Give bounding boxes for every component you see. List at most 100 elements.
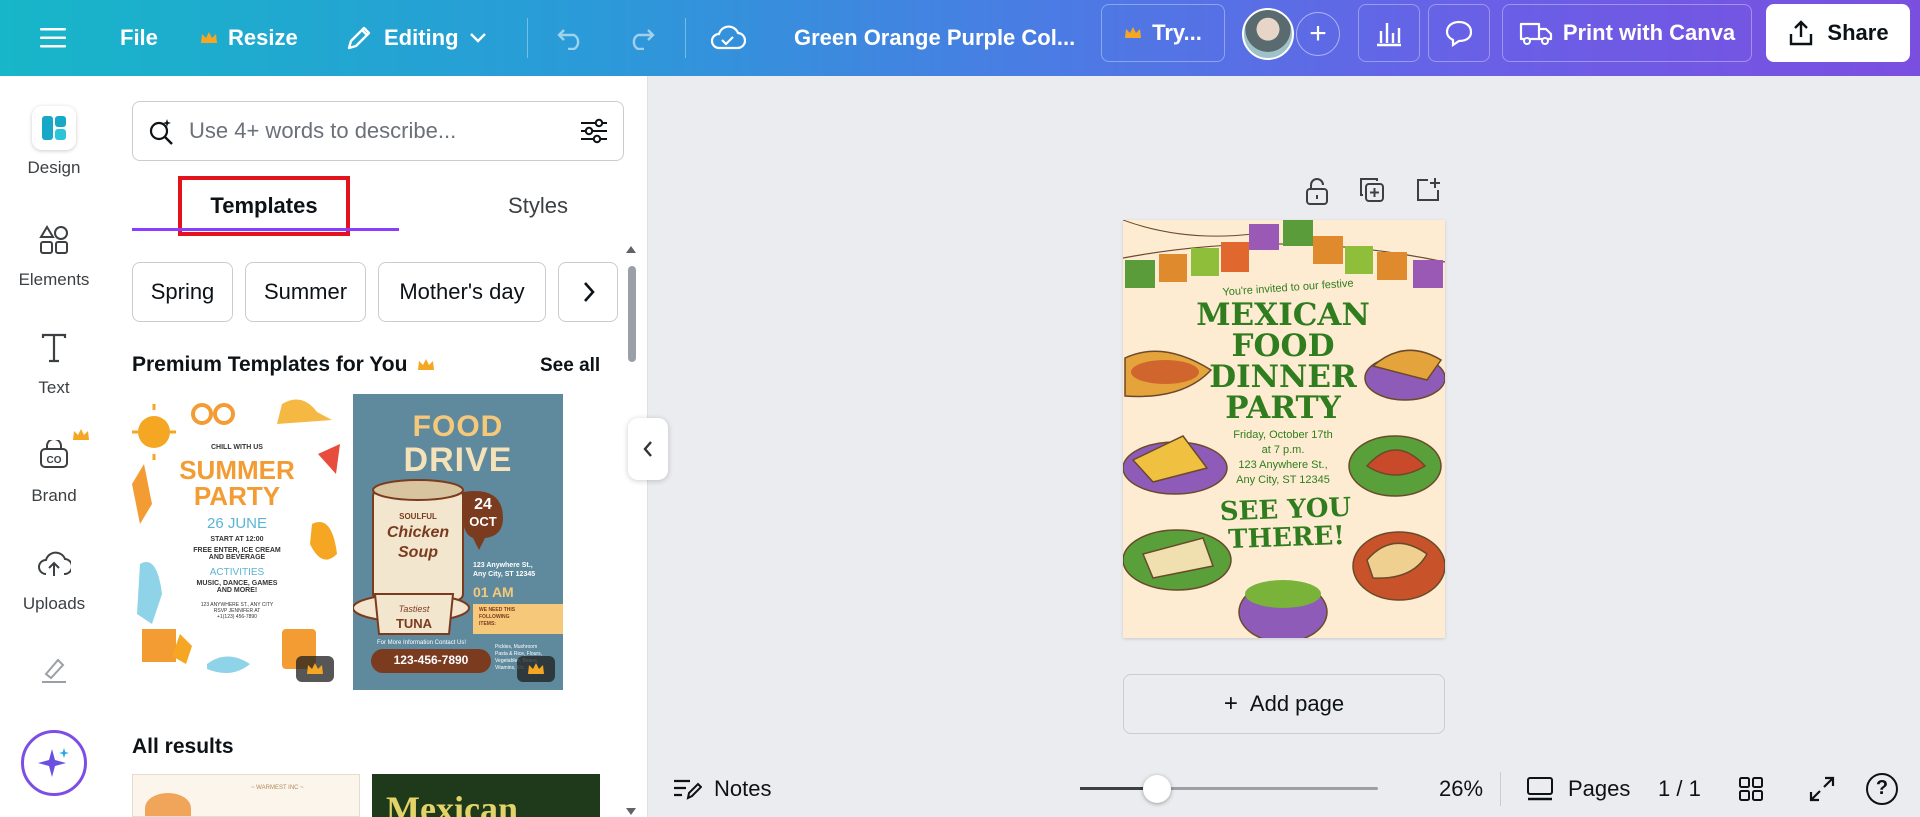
template-text: MUSIC, DANCE, GAMES — [196, 580, 278, 587]
poster-detail-line: Any City, ST 12345 — [1236, 474, 1330, 486]
poster-detail-line: Friday, October 17th — [1233, 429, 1333, 441]
search-input[interactable] — [189, 118, 565, 144]
template-text: Soup — [398, 544, 438, 561]
crown-icon — [73, 429, 89, 440]
text-icon — [32, 326, 76, 370]
design-page-poster[interactable]: You're invited to our festive MEXICAN FO… — [1123, 220, 1445, 638]
menu-button[interactable] — [40, 0, 66, 76]
poster-detail-line: 123 Anywhere St., — [1238, 459, 1328, 471]
rail-item-text[interactable]: Text — [0, 326, 108, 398]
magic-search-icon — [149, 119, 173, 145]
editing-mode-dropdown[interactable]: Editing — [344, 0, 487, 76]
poster-closing-line: THERE! — [1227, 520, 1346, 556]
fullscreen-icon[interactable] — [1808, 775, 1836, 803]
see-all-link[interactable]: See all — [540, 355, 600, 377]
collapse-panel-button[interactable] — [628, 418, 668, 480]
chip-spring[interactable]: Spring — [132, 262, 233, 322]
insights-button[interactable] — [1358, 4, 1420, 62]
template-text: AND MORE! — [216, 587, 258, 594]
undo-icon — [557, 29, 580, 50]
all-results-heading: All results — [132, 735, 234, 758]
print-with-canva-button[interactable]: Print with Canva — [1502, 4, 1752, 62]
try-pro-button[interactable]: Try... — [1101, 4, 1225, 62]
hamburger-icon — [40, 28, 66, 48]
help-button[interactable]: ? — [1866, 772, 1898, 805]
rail-item-elements[interactable]: Elements — [0, 218, 108, 290]
result-template-1[interactable]: ~ WARMEST INC ~ — [132, 774, 360, 817]
duplicate-page-icon[interactable] — [1358, 176, 1386, 204]
template-text: Tastiest — [398, 604, 430, 614]
comment-icon — [1445, 20, 1473, 47]
template-text: WE NEED THIS — [479, 607, 516, 613]
template-food-drive[interactable]: FOOD DRIVE SOULFUL Chicken Soup Tastiest… — [353, 394, 563, 690]
template-text: TUNA — [395, 616, 433, 631]
template-text: START AT 12:00 — [210, 536, 264, 543]
crown-icon — [528, 663, 544, 674]
file-menu[interactable]: File — [120, 0, 158, 76]
add-page-icon[interactable] — [1414, 176, 1442, 204]
magic-assistant-button[interactable] — [21, 730, 87, 796]
template-text: FREE ENTER, ICE CREAM — [193, 547, 281, 554]
poster-details: Friday, October 17th at 7 p.m. 123 Anywh… — [1213, 428, 1353, 488]
poster-title-line: MEXICAN — [1196, 297, 1370, 333]
tab-templates[interactable]: Templates — [178, 176, 350, 236]
template-text: Pickles, Mushroom — [495, 644, 538, 650]
top-bar: File Resize Editing Green Orange Purple … — [0, 0, 1920, 76]
crown-icon — [1125, 27, 1142, 38]
template-text: 24 — [474, 496, 492, 513]
template-summer-party[interactable]: CHILL WITH US SUMMER PARTY 26 JUNE START… — [132, 394, 342, 690]
template-text: PARTY — [193, 481, 281, 511]
notes-button[interactable]: Notes — [672, 776, 771, 802]
rail-item-draw[interactable] — [0, 648, 108, 692]
template-text: 123-456-7890 — [393, 653, 469, 667]
template-text: Any City, ST 12345 — [473, 571, 536, 578]
premium-badge — [296, 656, 334, 682]
resize-button[interactable]: Resize — [200, 0, 298, 76]
poster-title: MEXICAN FOOD DINNER PARTY — [1193, 300, 1373, 424]
rail-item-brand[interactable]: CO Brand — [0, 429, 108, 506]
add-page-button[interactable]: + Add page — [1123, 674, 1445, 734]
chip-mothers-day[interactable]: Mother's day — [378, 262, 546, 322]
rail-item-uploads[interactable]: Uploads — [0, 542, 108, 614]
design-title[interactable]: Green Orange Purple Col... — [794, 0, 1075, 76]
template-text: FOLLOWING — [479, 614, 510, 620]
premium-badge — [517, 656, 555, 682]
comments-button[interactable] — [1428, 4, 1490, 62]
uploads-icon — [32, 542, 76, 586]
tab-styles[interactable]: Styles — [438, 176, 638, 236]
pages-icon — [1527, 776, 1553, 800]
result-template-2[interactable]: Mexican — [372, 774, 600, 817]
template-text: ~ WARMEST INC ~ — [251, 785, 304, 791]
template-text: 123 Anywhere St., — [473, 562, 533, 569]
save-status-button[interactable] — [710, 0, 746, 76]
chip-summer[interactable]: Summer — [245, 262, 366, 322]
svg-text:CO: CO — [47, 455, 62, 466]
pages-button[interactable]: Pages — [1526, 776, 1630, 802]
share-button[interactable]: Share — [1766, 4, 1910, 62]
redo-icon — [632, 29, 655, 50]
template-text: +1(123) 456-7890 — [217, 614, 257, 620]
redo-button[interactable] — [626, 0, 656, 76]
lock-icon[interactable] — [1304, 176, 1330, 206]
template-text: AND BEVERAGE — [208, 554, 266, 561]
template-text: Mexican — [386, 789, 518, 817]
crown-icon — [201, 32, 217, 43]
invite-button[interactable]: + — [1296, 12, 1340, 56]
panel-scrollbar-thumb[interactable] — [628, 266, 636, 362]
template-text: 26 JUNE — [206, 515, 268, 532]
template-search-box[interactable] — [132, 101, 624, 161]
template-text: CHILL WITH US — [211, 444, 263, 451]
undo-button[interactable] — [556, 0, 586, 76]
zoom-level[interactable]: 26% — [1439, 776, 1483, 802]
pencil-icon — [347, 26, 371, 50]
template-text: SUMMER — [179, 455, 295, 485]
chips-scroll-right-button[interactable] — [569, 266, 609, 318]
share-upload-icon — [1790, 20, 1813, 46]
filter-sliders-icon[interactable] — [579, 117, 609, 145]
template-text: ITEMS: — [479, 621, 496, 627]
rail-item-design[interactable]: Design — [0, 106, 108, 178]
grid-view-icon[interactable] — [1738, 776, 1764, 802]
left-rail: Design Elements Text CO Brand Uploads — [0, 76, 108, 817]
avatar[interactable] — [1242, 8, 1294, 60]
plus-icon: + — [1309, 17, 1327, 50]
